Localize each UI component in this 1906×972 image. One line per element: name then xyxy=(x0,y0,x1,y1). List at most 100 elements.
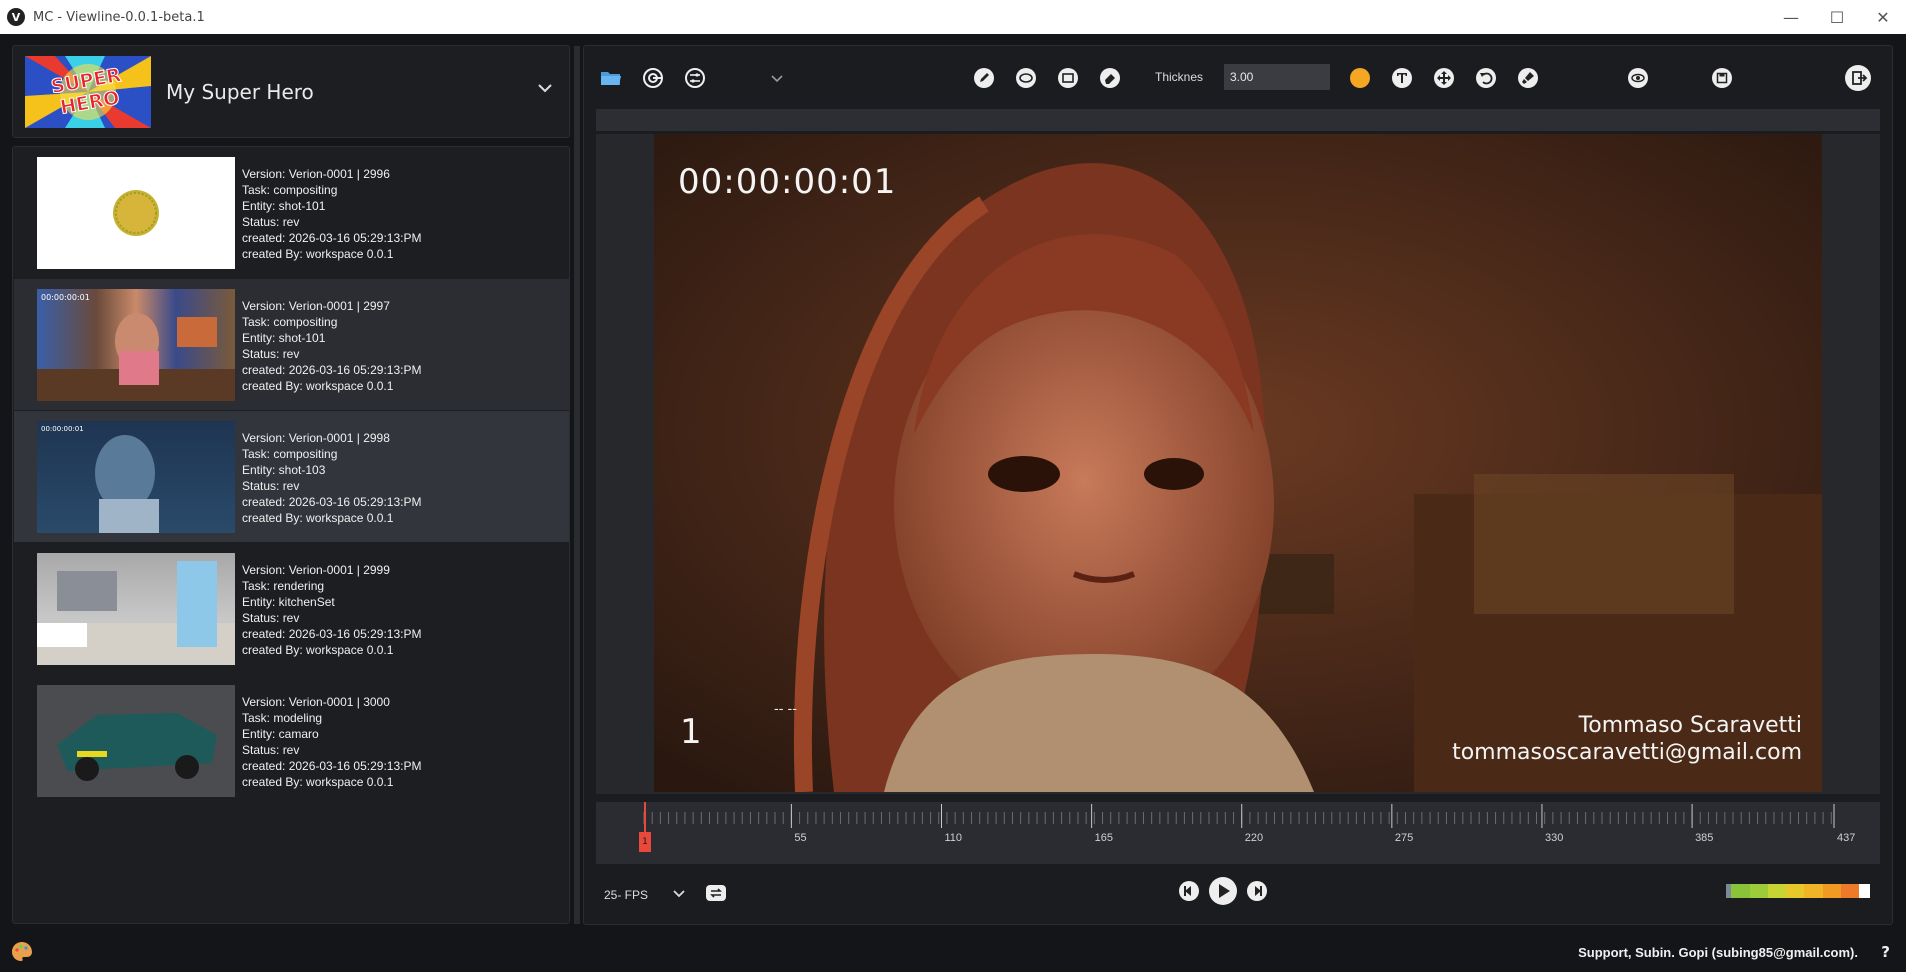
fps-label: 25- FPS xyxy=(604,888,649,902)
version-info: Version: Verion-0001 | 2996 Task: compos… xyxy=(242,166,421,262)
pen-icon[interactable] xyxy=(972,66,996,90)
timeline-tick-label: 220 xyxy=(1244,832,1264,844)
version-info: Version: Verion-0001 | 2999 Task: render… xyxy=(242,562,421,658)
text-icon[interactable] xyxy=(1390,66,1414,90)
timeline-tick-label: 385 xyxy=(1695,832,1714,844)
media-viewer[interactable]: 00:00:00:01 1 -- -- Tommaso Scaravetti t… xyxy=(596,134,1880,794)
version-item[interactable]: 00:00:00:01 Version: Verion-0001 | 2998 … xyxy=(14,411,569,542)
eraser-icon[interactable] xyxy=(1098,66,1122,90)
viewer-dashes: -- -- xyxy=(774,702,797,717)
thickness-input[interactable] xyxy=(1224,64,1330,90)
timeline-tick-label: 110 xyxy=(944,832,963,844)
move-icon[interactable] xyxy=(1432,66,1456,90)
ellipse-icon[interactable] xyxy=(1014,66,1038,90)
thickness-label: Thicknes xyxy=(1155,70,1204,84)
panel-splitter[interactable] xyxy=(574,46,580,924)
next-frame-icon[interactable] xyxy=(1246,880,1268,902)
status-bar: Support, Subin. Gopi (subing85@gmail.com… xyxy=(0,932,1906,972)
version-thumbnail xyxy=(37,553,235,665)
project-logo: SUPER HERO xyxy=(25,55,151,128)
close-button[interactable]: ✕ xyxy=(1860,0,1906,34)
created-label: created: 2026-03-16 05:29:13:PM xyxy=(242,363,422,377)
entity-label: Entity: shot-103 xyxy=(242,463,326,477)
entity-label: Entity: shot-101 xyxy=(242,331,326,345)
task-label: Task: modeling xyxy=(242,711,323,725)
created-label: created: 2026-03-16 05:29:13:PM xyxy=(242,495,422,509)
version-item[interactable]: Version: Verion-0001 | 2996 Task: compos… xyxy=(14,147,569,278)
created-label: created: 2026-03-16 05:29:13:PM xyxy=(242,627,422,641)
timeline-tick-label: 165 xyxy=(1094,832,1113,844)
sliders-icon[interactable] xyxy=(683,66,707,90)
thumbnail-timecode: 00:00:00:01 xyxy=(41,425,84,433)
support-text: Support, Subin. Gopi (subing85@gmail.com… xyxy=(1578,945,1858,960)
version-label: Version: Verion-0001 | 3000 xyxy=(242,695,390,709)
timeline[interactable]: 55 110 165 220 275 330 385 437 1 xyxy=(596,802,1880,864)
playhead-marker[interactable]: 1 xyxy=(639,832,651,852)
created-by-label: created By: workspace 0.0.1 xyxy=(242,247,394,261)
status-label: Status: rev xyxy=(242,479,300,493)
version-label: Version: Verion-0001 | 2998 xyxy=(242,431,390,445)
version-item[interactable]: Version: Verion-0001 | 2999 Task: render… xyxy=(14,543,569,674)
version-label: Version: Verion-0001 | 2999 xyxy=(242,563,390,577)
help-button[interactable]: ? xyxy=(1881,943,1890,961)
created-by-label: created By: workspace 0.0.1 xyxy=(242,379,394,393)
annotation-strip xyxy=(596,109,1880,131)
previous-frame-icon[interactable] xyxy=(1178,880,1200,902)
status-label: Status: rev xyxy=(242,215,300,229)
created-by-label: created By: workspace 0.0.1 xyxy=(242,643,394,657)
entity-label: Entity: shot-101 xyxy=(242,199,326,213)
project-name: My Super Hero xyxy=(166,79,314,104)
eye-icon[interactable] xyxy=(1626,66,1650,90)
folder-open-icon[interactable] xyxy=(599,66,623,90)
created-by-label: created By: workspace 0.0.1 xyxy=(242,511,394,525)
undo-icon[interactable] xyxy=(1474,66,1498,90)
credit-email: tommasoscaravetti@gmail.com xyxy=(1452,740,1802,765)
version-list[interactable]: Version: Verion-0001 | 2996 Task: compos… xyxy=(12,146,570,924)
timeline-tick-label: 330 xyxy=(1544,832,1564,844)
created-label: created: 2026-03-16 05:29:13:PM xyxy=(242,231,422,245)
task-label: Task: compositing xyxy=(242,447,338,461)
created-by-label: created By: workspace 0.0.1 xyxy=(242,775,394,789)
color-swatch-icon[interactable] xyxy=(1348,66,1372,90)
maximize-button[interactable]: ☐ xyxy=(1814,0,1860,34)
loop-icon[interactable] xyxy=(705,882,727,904)
status-label: Status: rev xyxy=(242,611,300,625)
viewer-panel: Thicknes 3.00 00:00:00:01 1 -- -- Tommas… xyxy=(583,45,1893,925)
thumbnail-timecode: 00:00:00:01 xyxy=(41,293,90,302)
timeline-tick-label: 437 xyxy=(1837,832,1856,844)
chevron-down-icon[interactable] xyxy=(535,78,555,98)
play-icon[interactable] xyxy=(1208,876,1238,906)
version-thumbnail: 00:00:00:01 xyxy=(37,421,235,533)
timeline-tick-label: 55 xyxy=(794,832,807,844)
version-item[interactable]: Version: Verion-0001 | 3000 Task: modeli… xyxy=(14,675,569,806)
entity-label: Entity: camaro xyxy=(242,727,319,741)
status-label: Status: rev xyxy=(242,743,300,757)
task-label: Task: compositing xyxy=(242,315,338,329)
viewer-timecode: 00:00:00:01 xyxy=(678,162,897,202)
window-title: MC - Viewline-0.0.1-beta.1 xyxy=(33,9,205,25)
project-header: SUPER HERO My Super Hero xyxy=(12,45,570,138)
chevron-down-icon[interactable] xyxy=(670,884,688,902)
viewer-frame-number: 1 xyxy=(680,712,702,752)
palette-icon[interactable] xyxy=(10,940,34,964)
target-icon[interactable] xyxy=(641,66,665,90)
toolbar: Thicknes xyxy=(584,46,1894,108)
version-info: Version: Verion-0001 | 3000 Task: modeli… xyxy=(242,694,421,790)
task-label: Task: rendering xyxy=(242,579,325,593)
viewer-credit: Tommaso Scaravetti tommasoscaravetti@gma… xyxy=(1452,712,1802,766)
playback-controls xyxy=(1178,876,1268,906)
rectangle-icon[interactable] xyxy=(1056,66,1080,90)
brush-icon[interactable] xyxy=(1516,66,1540,90)
exit-icon[interactable] xyxy=(1844,64,1872,92)
save-icon[interactable] xyxy=(1710,66,1734,90)
app-logo-icon: V xyxy=(7,8,25,26)
timeline-ticks xyxy=(643,804,1835,828)
version-label: Version: Verion-0001 | 2996 xyxy=(242,167,390,181)
chevron-down-icon[interactable] xyxy=(765,66,789,90)
credit-name: Tommaso Scaravetti xyxy=(1578,713,1802,738)
minimize-button[interactable]: — xyxy=(1768,0,1814,34)
version-label: Version: Verion-0001 | 2997 xyxy=(242,299,390,313)
version-thumbnail xyxy=(37,157,235,269)
video-frame: 00:00:00:01 1 -- -- Tommaso Scaravetti t… xyxy=(654,134,1822,792)
version-item[interactable]: 00:00:00:01 Version: Verion-0001 | 2997 … xyxy=(14,279,569,410)
